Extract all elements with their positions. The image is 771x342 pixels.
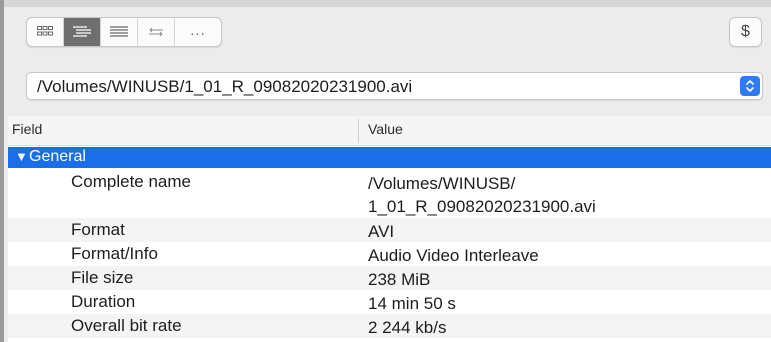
text-view-icon: [110, 26, 128, 37]
table-row[interactable]: Complete name /Volumes/WINUSB/ 1_01_R_09…: [8, 170, 771, 218]
table-row[interactable]: Format/Info Audio Video Interleave: [8, 242, 771, 266]
list-tree-view-button[interactable]: [64, 18, 101, 46]
value-cell: 238 MiB: [368, 270, 431, 289]
column-header-field[interactable]: Field: [12, 121, 42, 137]
view-mode-toolbar: ...: [26, 17, 222, 47]
select-arrows-icon: [740, 76, 760, 96]
group-row-general[interactable]: ▼ General: [8, 147, 771, 168]
grid-view-icon: [37, 26, 53, 36]
value-cell: Audio Video Interleave: [368, 246, 539, 265]
window-top-band: [4, 0, 771, 7]
compare-view-button[interactable]: [138, 18, 175, 46]
value-cell: AVI: [368, 222, 395, 241]
media-info-table: Field Value ▼ General Complete name /Vol…: [8, 116, 771, 342]
field-cell: Complete name: [71, 172, 192, 191]
value-cell: /Volumes/WINUSB/ 1_01_R_09082020231900.a…: [368, 172, 596, 218]
table-row[interactable]: Duration 14 min 50 s: [8, 290, 771, 314]
value-cell: 2 244 kb/s: [368, 318, 447, 337]
group-label: General: [29, 148, 86, 165]
grid-view-button[interactable]: [27, 18, 64, 46]
list-tree-view-icon: [73, 26, 91, 37]
file-path-select[interactable]: /Volumes/WINUSB/1_01_R_09082020231900.av…: [26, 72, 763, 100]
table-header: Field Value: [8, 116, 771, 146]
file-path-value: /Volumes/WINUSB/1_01_R_09082020231900.av…: [37, 77, 413, 96]
column-divider[interactable]: [358, 119, 359, 143]
text-view-button[interactable]: [101, 18, 138, 46]
field-cell: Format/Info: [71, 244, 158, 263]
column-header-value[interactable]: Value: [368, 121, 403, 137]
table-row[interactable]: Format AVI: [8, 218, 771, 242]
window-left-edge: [0, 0, 4, 342]
disclosure-triangle-icon[interactable]: ▼: [15, 149, 28, 164]
dollar-button[interactable]: $: [729, 17, 762, 47]
value-line: 1_01_R_09082020231900.avi: [368, 197, 596, 216]
compare-arrows-icon: [149, 27, 163, 37]
table-row[interactable]: File size 238 MiB: [8, 266, 771, 290]
more-button[interactable]: ...: [175, 18, 221, 46]
field-cell: Overall bit rate: [71, 316, 182, 335]
field-cell: Format: [71, 220, 125, 239]
value-line: /Volumes/WINUSB/: [368, 174, 516, 193]
field-cell: Duration: [71, 292, 136, 311]
field-cell: File size: [71, 268, 134, 287]
value-cell: 14 min 50 s: [368, 294, 456, 313]
more-icon: ...: [190, 21, 206, 39]
table-row[interactable]: Overall bit rate 2 244 kb/s: [8, 314, 771, 338]
